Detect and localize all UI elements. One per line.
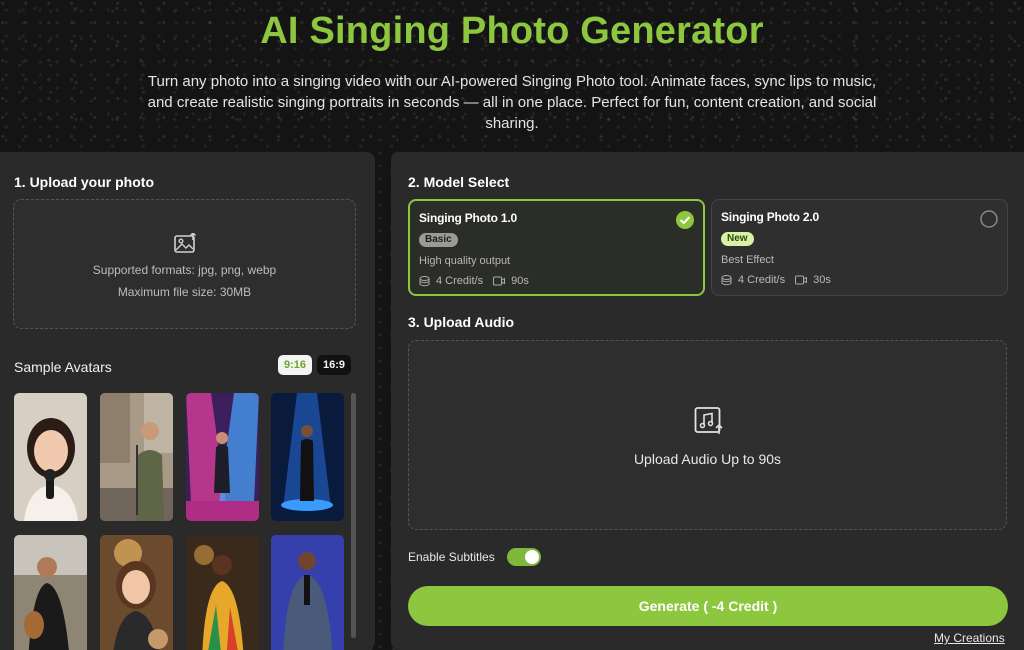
photo-dropzone[interactable]: Supported formats: jpg, png, webp Maximu… [13,199,356,329]
model-duration: 90s [511,275,529,287]
ratio-16-9-button[interactable]: 16:9 [317,355,351,375]
model-description: High quality output [419,255,511,267]
settings-panel: 2. Model Select Singing Photo 1.0 Basic … [391,152,1024,650]
hero-section: AI Singing Photo Generator Turn any phot… [0,0,1024,150]
model-name: Singing Photo 2.0 [721,210,819,224]
generate-button[interactable]: Generate ( -4 Credit ) [408,586,1008,626]
avatar-street-singer[interactable] [100,393,173,521]
avatar-girl-teddy[interactable] [100,535,173,650]
avatar-woman-microphone[interactable] [14,393,87,521]
credit-stack-icon [419,275,430,286]
avatar-pink-stage[interactable] [186,393,259,521]
photo-panel: 1. Upload your photo Supported formats: … [0,152,375,650]
my-creations-link[interactable]: My Creations [934,631,1005,645]
avatar-boy-guitar[interactable] [14,535,87,650]
avatar-blue-stage[interactable] [271,393,344,521]
sample-avatars-title: Sample Avatars [14,359,112,375]
ratio-9-16-button[interactable]: 9:16 [278,355,312,375]
video-icon [493,276,506,286]
model-credits: 4 Credit/s [738,274,786,286]
upload-audio-label: Upload Audio Up to 90s [633,451,782,467]
video-icon [795,275,808,285]
model-duration: 30s [813,274,831,286]
max-file-size-text: Maximum file size: 30MB [117,285,252,299]
page-description: Turn any photo into a singing video with… [147,73,877,132]
supported-formats-text: Supported formats: jpg, png, webp [92,263,277,277]
image-upload-icon [174,231,198,255]
model-name: Singing Photo 1.0 [419,211,517,225]
avatar-woman-colorful-dress[interactable] [186,535,259,650]
unselected-radio-icon [980,210,998,228]
subtitles-toggle[interactable] [507,548,541,566]
upload-photo-title: 1. Upload your photo [14,174,154,190]
model-credits: 4 Credit/s [436,275,484,287]
model-meta: 4 Credit/s 90s [419,275,529,287]
enable-subtitles-label: Enable Subtitles [408,550,495,564]
model-card-singing-photo-1[interactable]: Singing Photo 1.0 Basic High quality out… [408,199,705,296]
model-description: Best Effect [721,254,774,266]
scrollbar-thumb[interactable] [351,393,356,638]
model-badge: New [721,232,754,246]
model-meta: 4 Credit/s 30s [721,274,831,286]
credit-stack-icon [721,274,732,285]
model-card-singing-photo-2[interactable]: Singing Photo 2.0 New Best Effect 4 Cred… [711,199,1008,296]
avatar-scrollbar[interactable] [351,393,356,638]
audio-dropzone[interactable]: Upload Audio Up to 90s [408,340,1007,530]
music-upload-icon [694,405,724,435]
toggle-knob [525,550,539,564]
upload-audio-title: 3. Upload Audio [408,314,515,330]
avatar-man-purple-stage[interactable] [271,535,344,650]
selected-check-icon [676,211,694,229]
model-badge: Basic [419,233,458,247]
model-select-title: 2. Model Select [408,174,510,190]
page-title: AI Singing Photo Generator [260,10,764,52]
